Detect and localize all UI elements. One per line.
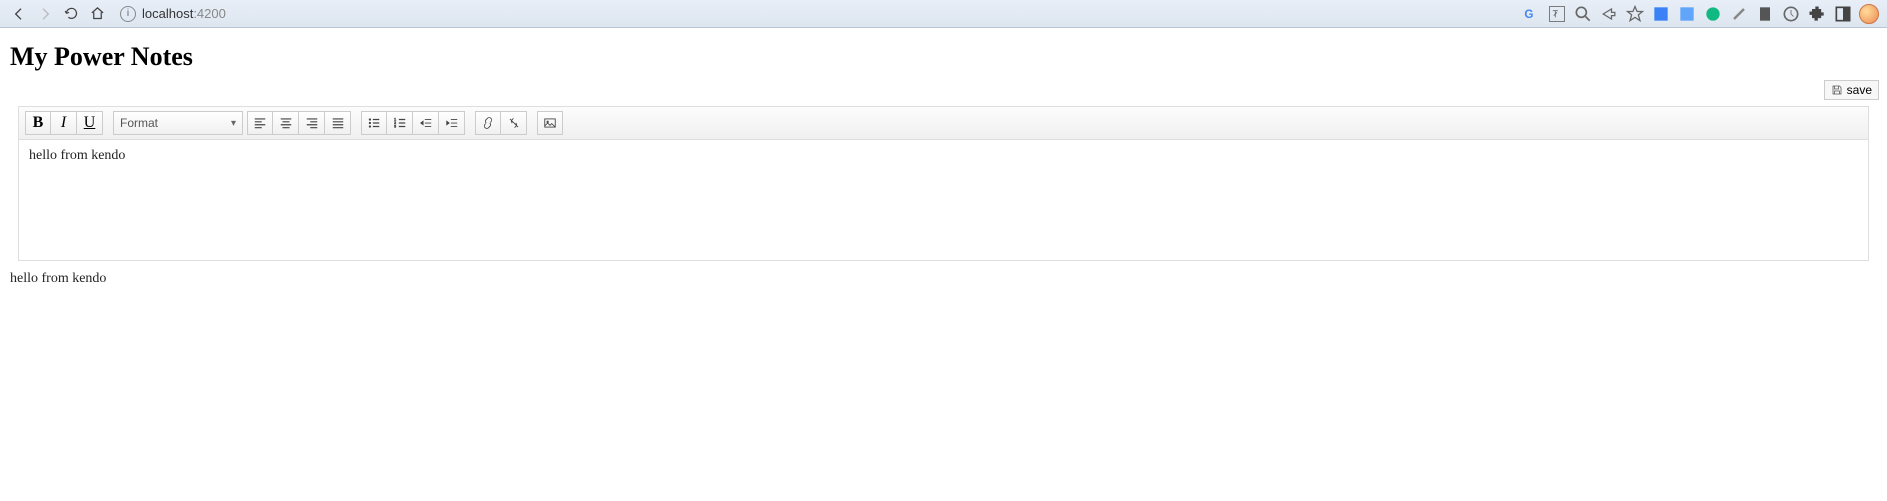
back-button[interactable]: [8, 3, 30, 25]
format-dropdown[interactable]: Format: [113, 111, 243, 135]
browser-toolbar: i localhost:4200 G: [0, 0, 1887, 28]
align-group: [247, 111, 351, 135]
editor: B I U Format 123: [18, 106, 1869, 261]
output-text: hello from kendo: [10, 271, 1879, 287]
unordered-list-button[interactable]: [361, 111, 387, 135]
share-icon[interactable]: [1599, 4, 1619, 24]
ext-icon-3[interactable]: [1703, 4, 1723, 24]
ext-icon-1[interactable]: [1651, 4, 1671, 24]
underline-button[interactable]: U: [77, 111, 103, 135]
format-label: Format: [120, 116, 158, 130]
save-button[interactable]: save: [1824, 80, 1879, 100]
link-button[interactable]: [475, 111, 501, 135]
address-bar[interactable]: i localhost:4200: [120, 6, 226, 22]
svg-text:3: 3: [394, 125, 396, 129]
unlink-button[interactable]: [501, 111, 527, 135]
panel-icon[interactable]: [1833, 4, 1853, 24]
save-label: save: [1847, 83, 1872, 97]
save-row: save: [8, 80, 1879, 100]
google-icon[interactable]: G: [1521, 4, 1541, 24]
page-content: My Power Notes save B I U Format: [0, 28, 1887, 295]
font-style-group: B I U: [25, 111, 103, 135]
zoom-icon[interactable]: [1573, 4, 1593, 24]
url-host: localhost: [142, 6, 193, 21]
ext-icon-5[interactable]: [1755, 4, 1775, 24]
home-button[interactable]: [86, 3, 108, 25]
list-group: 123: [361, 111, 465, 135]
editor-toolbar: B I U Format 123: [19, 107, 1868, 140]
bold-button[interactable]: B: [25, 111, 51, 135]
outdent-button[interactable]: [413, 111, 439, 135]
align-center-button[interactable]: [273, 111, 299, 135]
link-group: [475, 111, 527, 135]
align-justify-button[interactable]: [325, 111, 351, 135]
ordered-list-button[interactable]: 123: [387, 111, 413, 135]
italic-button[interactable]: I: [51, 111, 77, 135]
ext-icon-4[interactable]: [1729, 4, 1749, 24]
insert-group: [537, 111, 563, 135]
page-title: My Power Notes: [10, 42, 1879, 72]
translate-icon[interactable]: [1547, 4, 1567, 24]
editor-content[interactable]: hello from kendo: [19, 140, 1868, 260]
profile-avatar[interactable]: [1859, 4, 1879, 24]
star-icon[interactable]: [1625, 4, 1645, 24]
extensions-icon[interactable]: [1807, 4, 1827, 24]
site-info-icon[interactable]: i: [120, 6, 136, 22]
forward-button[interactable]: [34, 3, 56, 25]
align-left-button[interactable]: [247, 111, 273, 135]
url-port: :4200: [193, 6, 226, 21]
indent-button[interactable]: [439, 111, 465, 135]
align-right-button[interactable]: [299, 111, 325, 135]
reload-button[interactable]: [60, 3, 82, 25]
ext-icon-6[interactable]: [1781, 4, 1801, 24]
ext-icon-2[interactable]: [1677, 4, 1697, 24]
browser-actions: G: [1521, 4, 1879, 24]
image-button[interactable]: [537, 111, 563, 135]
save-icon: [1831, 84, 1843, 96]
svg-text:G: G: [1524, 8, 1533, 21]
